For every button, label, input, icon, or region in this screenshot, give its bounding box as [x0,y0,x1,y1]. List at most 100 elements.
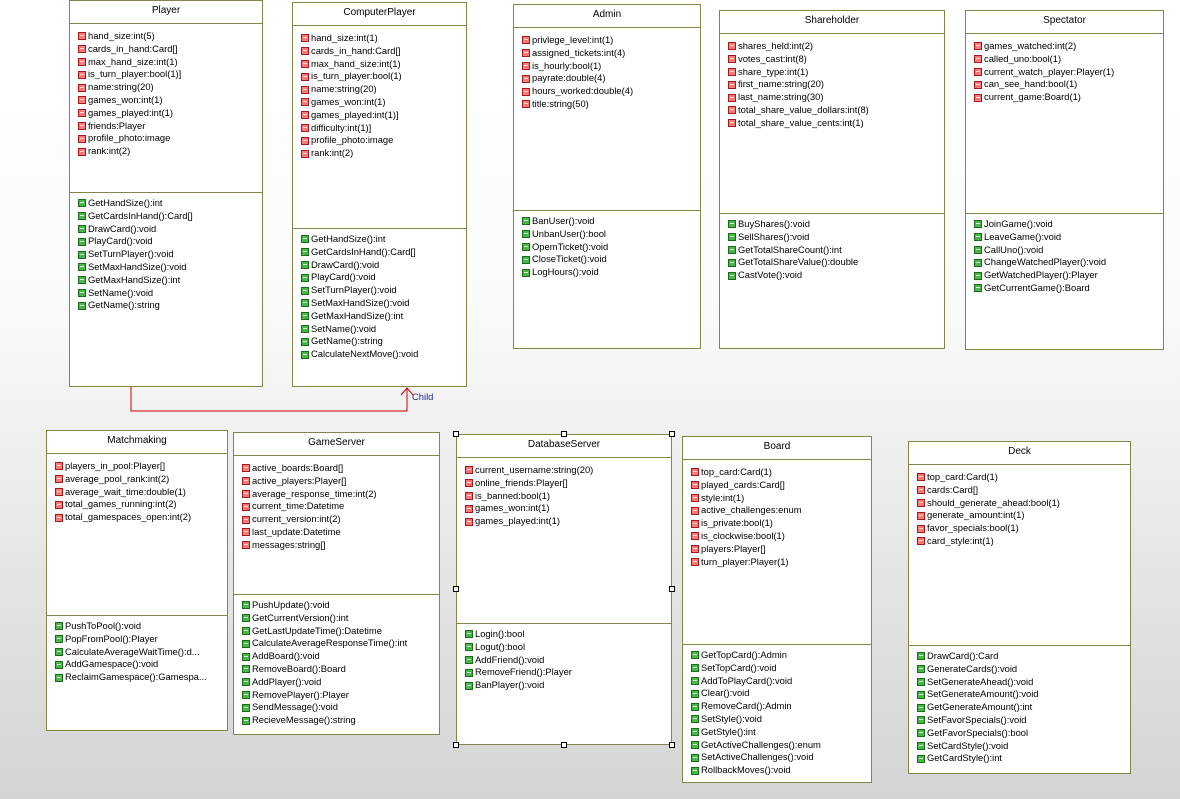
attribute-item[interactable]: games_won:int(1) [465,502,671,515]
selection-handle[interactable] [669,586,675,592]
attribute-item[interactable]: hours_worked:double(4) [522,85,700,98]
operation-item[interactable]: Login():bool [465,628,671,641]
operation-item[interactable]: GetMaxHandSize():int [78,274,262,287]
attribute-item[interactable]: current_version:int(2) [242,513,439,526]
operation-item[interactable]: GenerateCards():void [917,663,1130,676]
attribute-item[interactable]: share_type:int(1) [728,66,944,79]
attribute-item[interactable]: profile_photo:image [78,132,262,145]
operation-item[interactable]: PopFromPool():Player [55,633,227,646]
operation-item[interactable]: BanPlayer():void [465,679,671,692]
attribute-item[interactable]: called_uno:bool(1) [974,53,1163,66]
operation-item[interactable]: CallUno():void [974,244,1163,257]
attribute-item[interactable]: active_boards:Board[] [242,462,439,475]
operation-item[interactable]: GetTotalShareCount():int [728,244,944,257]
attribute-item[interactable]: difficulty:int(1)] [301,122,466,135]
operation-item[interactable]: GetName():string [301,335,466,348]
operation-item[interactable]: ReclaimGamespace():Gamespa... [55,671,227,684]
operation-item[interactable]: CalculateAverageWaitTime():d... [55,646,227,659]
attribute-item[interactable]: players_in_pool:Player[] [55,460,227,473]
selection-handle[interactable] [453,586,459,592]
attribute-item[interactable]: assigned_tickets:int(4) [522,47,700,60]
class-box[interactable]: DatabaseServer current_username:string(20… [456,434,672,745]
class-box[interactable]: GameServer active_boards:Board[] active_pl… [233,432,440,735]
operation-item[interactable]: GetFavorSpecials():bool [917,727,1130,740]
attribute-item[interactable]: games_watched:int(2) [974,40,1163,53]
operation-item[interactable]: GetCurrentVersion():int [242,612,439,625]
selection-handle[interactable] [669,431,675,437]
attribute-item[interactable]: played_cards:Card[] [691,479,871,492]
operation-item[interactable]: LogHours():void [522,266,700,279]
operation-item[interactable]: GetCurrentGame():Board [974,282,1163,295]
attribute-item[interactable]: hand_size:int(1) [301,32,466,45]
attribute-item[interactable]: first_name:string(20) [728,78,944,91]
attribute-item[interactable]: games_won:int(1) [301,96,466,109]
attribute-item[interactable]: players:Player[] [691,543,871,556]
operation-item[interactable]: RemoveBoard():Board [242,663,439,676]
operation-item[interactable]: DrawCard():void [78,223,262,236]
attribute-item[interactable]: games_played:int(1) [465,515,671,528]
operation-item[interactable]: AddGamespace():void [55,658,227,671]
attribute-item[interactable]: max_hand_size:int(1) [78,56,262,69]
operation-item[interactable]: LeaveGame():void [974,231,1163,244]
operation-item[interactable]: SetGenerateAhead():void [917,676,1130,689]
operation-item[interactable]: PushUpdate():void [242,599,439,612]
attribute-item[interactable]: current_time:Datetime [242,500,439,513]
operation-item[interactable]: GetHandSize():int [301,233,466,246]
operation-item[interactable]: GetActiveChallenges():enum [691,739,871,752]
operation-item[interactable]: SetMaxHandSize():void [78,261,262,274]
attribute-item[interactable]: is_turn_player:bool(1)] [78,68,262,81]
operation-item[interactable]: GetTopCard():Admin [691,649,871,662]
class-box[interactable]: Shareholder shares_held:int(2) votes_cast:… [719,10,945,349]
attribute-item[interactable]: cards:Card[] [917,484,1130,497]
attribute-item[interactable]: cards_in_hand:Card[] [78,43,262,56]
attribute-item[interactable]: is_banned:bool(1) [465,490,671,503]
attribute-item[interactable]: favor_specials:bool(1) [917,522,1130,535]
operation-item[interactable]: SetName():void [301,323,466,336]
attribute-item[interactable]: total_games_running:int(2) [55,498,227,511]
operation-item[interactable]: CastVote():void [728,269,944,282]
operation-item[interactable]: SendMessage():void [242,701,439,714]
operation-item[interactable]: GetWatchedPlayer():Player [974,269,1163,282]
operation-item[interactable]: RemovePlayer():Player [242,689,439,702]
attribute-item[interactable]: games_played:int(1)] [301,109,466,122]
operation-item[interactable]: GetGenerateAmount():int [917,701,1130,714]
operation-item[interactable]: PlayCard():void [78,235,262,248]
operation-item[interactable]: Clear():void [691,687,871,700]
attribute-item[interactable]: current_username:string(20) [465,464,671,477]
attribute-item[interactable]: games_played:int(1) [78,107,262,120]
attribute-item[interactable]: friends:Player [78,120,262,133]
operation-item[interactable]: GetMaxHandSize():int [301,310,466,323]
operation-item[interactable]: SetActiveChallenges():void [691,751,871,764]
operation-item[interactable]: BanUser():void [522,215,700,228]
attribute-item[interactable]: online_friends:Player[] [465,477,671,490]
attribute-item[interactable]: is_clockwise:bool(1) [691,530,871,543]
operation-item[interactable]: AddToPlayCard():void [691,675,871,688]
operation-item[interactable]: SetStyle():void [691,713,871,726]
operation-item[interactable]: RecieveMessage():string [242,714,439,727]
attribute-item[interactable]: rank:int(2) [78,145,262,158]
operation-item[interactable]: SetFavorSpecials():void [917,714,1130,727]
attribute-item[interactable]: average_wait_time:double(1) [55,486,227,499]
operation-item[interactable]: AddFriend():void [465,654,671,667]
attribute-item[interactable]: current_watch_player:Player(1) [974,66,1163,79]
attribute-item[interactable]: last_update:Datetime [242,526,439,539]
operation-item[interactable]: JoinGame():void [974,218,1163,231]
operation-item[interactable]: GetHandSize():int [78,197,262,210]
attribute-item[interactable]: top_card:Card(1) [917,471,1130,484]
operation-item[interactable]: CalculateAverageResponseTime():int [242,637,439,650]
attribute-item[interactable]: current_game:Board(1) [974,91,1163,104]
class-box[interactable]: Admin privlege_level:int(1) assigned_ticke… [513,4,701,349]
operation-item[interactable]: SetCardStyle():void [917,740,1130,753]
attribute-item[interactable]: total_gamespaces_open:int(2) [55,511,227,524]
attribute-item[interactable]: style:int(1) [691,492,871,505]
operation-item[interactable]: GetTotalShareValue():double [728,256,944,269]
attribute-item[interactable]: should_generate_ahead:bool(1) [917,497,1130,510]
operation-item[interactable]: GetCardsInHand():Card[] [78,210,262,223]
operation-item[interactable]: OpemTicket():void [522,241,700,254]
operation-item[interactable]: GetCardStyle():int [917,752,1130,765]
operation-item[interactable]: GetCardsInHand():Card[] [301,246,466,259]
operation-item[interactable]: RollbackMoves():void [691,764,871,777]
operation-item[interactable]: SetTurnPlayer():void [78,248,262,261]
operation-item[interactable]: ChangeWatchedPlayer():void [974,256,1163,269]
class-box[interactable]: Matchmaking players_in_pool:Player[] avera… [46,430,228,731]
